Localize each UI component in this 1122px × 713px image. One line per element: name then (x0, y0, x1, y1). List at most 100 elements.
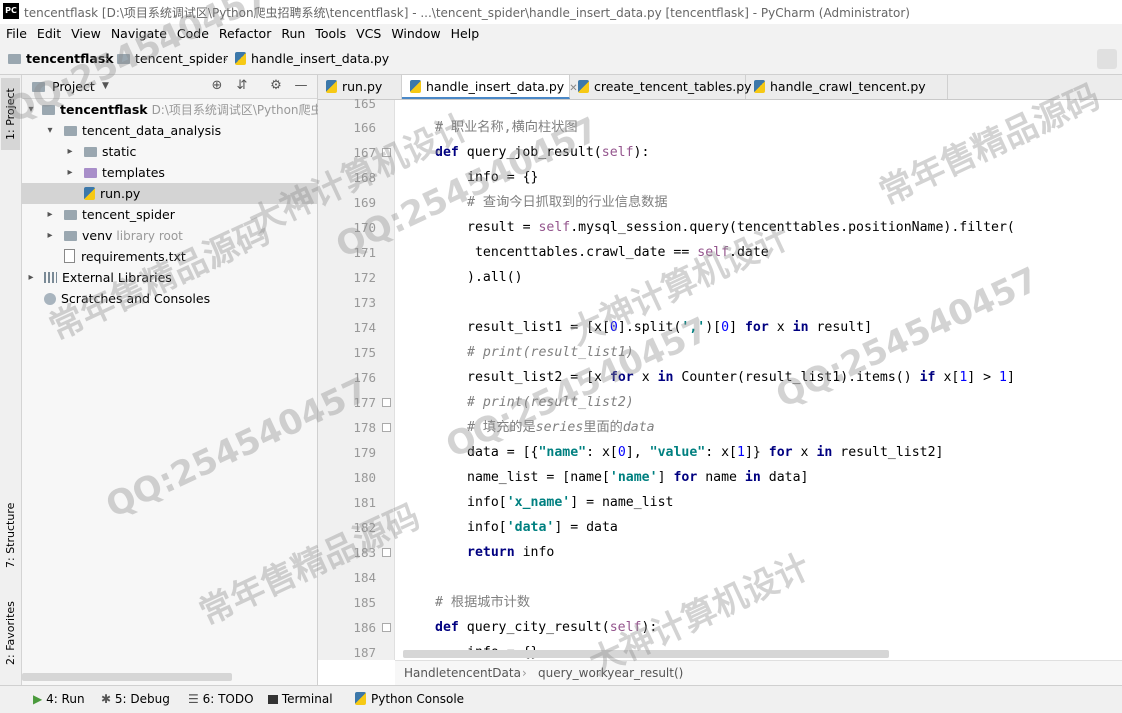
project-panel: Project ▼ ⊕ ⇵ ⚙ — ▾ tencentflask D:\项目系统… (22, 75, 335, 685)
menu-navigate[interactable]: Navigate (106, 24, 172, 44)
code-line: def query_city_result(self): (435, 620, 658, 635)
play-icon: ▶ (33, 692, 43, 706)
chevron-right-icon: ▸ (47, 209, 53, 220)
menu-edit[interactable]: Edit (32, 24, 66, 44)
python-console-tool-button[interactable]: Python Console (355, 692, 464, 706)
menu-window[interactable]: Window (386, 24, 445, 44)
nav-project[interactable]: tencentflask (8, 51, 114, 66)
terminal-tool-button[interactable]: Terminal (268, 692, 333, 706)
project-tool-tab[interactable]: 1: Project (1, 78, 20, 150)
tree-item-external-libraries[interactable]: ▸ External Libraries (22, 267, 317, 288)
code-line: info = {} (467, 170, 539, 185)
navigation-bar: tencentflask › tencent_spider › handle_i… (0, 44, 1122, 75)
tab-handle-crawl-tencent[interactable]: handle_crawl_tencent.py (746, 75, 948, 99)
tree-item-tencent-data-analysis[interactable]: ▾ tencent_data_analysis (22, 120, 317, 141)
code-line: name_list = [name['name'] for name in da… (467, 470, 809, 485)
code-line: # 职业名称,横向柱状图 (435, 120, 578, 135)
line-number-gutter: 165 166 167 168 169 170 171 172 173 174 … (318, 96, 395, 660)
project-view-selector[interactable]: Project (52, 79, 95, 94)
folder-icon (8, 54, 21, 64)
bottom-tool-bar: ▶ 4: Run ✱ 5: Debug ☰ 6: TODO Terminal P… (0, 685, 1122, 713)
menu-vcs[interactable]: VCS (351, 24, 386, 44)
run-tool-button[interactable]: ▶ 4: Run (33, 692, 85, 706)
menu-refactor[interactable]: Refactor (214, 24, 276, 44)
python-console-icon (355, 692, 366, 705)
code-line: # print(result_list2) (467, 395, 634, 410)
editor-tabs: run.py handle_insert_data.py ✕ create_ten… (318, 75, 1122, 100)
breadcrumb-separator: › (522, 666, 527, 680)
dropdown-arrow-icon[interactable]: ▼ (102, 81, 109, 91)
code-line: # 填充的是series里面的data (467, 420, 655, 435)
tree-item-tencent-spider[interactable]: ▸ tencent_spider (22, 204, 317, 225)
terminal-icon (268, 695, 278, 704)
debug-tool-button[interactable]: ✱ 5: Debug (101, 692, 170, 706)
menu-tools[interactable]: Tools (310, 24, 351, 44)
fold-marker-icon[interactable] (382, 148, 391, 157)
code-line: ).all() (467, 270, 523, 285)
nav-separator: › (104, 51, 109, 66)
tree-item-templates[interactable]: ▸ templates (22, 162, 317, 183)
code-line: result_list1 = [x[0].split(',')[0] for x… (467, 320, 873, 335)
nav-folder[interactable]: tencent_spider (117, 51, 228, 66)
todo-tool-button[interactable]: ☰ 6: TODO (188, 692, 254, 706)
tab-create-tencent-tables[interactable]: create_tencent_tables.py (570, 75, 752, 99)
locate-file-icon[interactable]: ⊕ (209, 78, 225, 94)
tree-item-scratches[interactable]: Scratches and Consoles (22, 288, 317, 309)
code-line: # 查询今日抓取到的行业信息数据 (467, 195, 668, 210)
tree-item-venv[interactable]: ▸ venv library root (22, 225, 317, 246)
tree-item-requirements[interactable]: requirements.txt (22, 246, 317, 267)
code-line: data = [{"name": x[0], "value": x[1]} fo… (467, 445, 944, 460)
editor-breadcrumb: HandletencentData › query_workyear_resul… (395, 660, 1122, 686)
breadcrumb-method[interactable]: query_workyear_result() (538, 666, 683, 680)
tab-handle-insert-data[interactable]: handle_insert_data.py ✕ (402, 75, 578, 99)
code-line: info['data'] = data (467, 520, 618, 535)
chevron-right-icon: ▸ (67, 146, 73, 157)
tree-item-run-py[interactable]: run.py (22, 183, 317, 204)
horizontal-scrollbar[interactable] (22, 673, 232, 681)
scratches-icon (44, 293, 56, 305)
code-line: tencenttables.crawl_date == self.date (467, 245, 769, 260)
collapse-all-icon[interactable]: ⇵ (234, 78, 250, 94)
code-line: result_list2 = [x for x in Counter(resul… (467, 370, 1015, 385)
left-tool-strip: 1: Project 7: Structure 2: Favorites (0, 75, 22, 685)
breadcrumb-class[interactable]: HandletencentData (404, 666, 521, 680)
structure-tool-tab[interactable]: 7: Structure (1, 495, 20, 575)
code-line: info['x_name'] = name_list (467, 495, 674, 510)
fold-marker-icon[interactable] (382, 423, 391, 432)
chevron-right-icon: ▸ (28, 272, 34, 283)
chevron-right-icon: ▸ (67, 167, 73, 178)
nav-separator: › (223, 51, 228, 66)
fold-marker-icon[interactable] (382, 548, 391, 557)
bug-icon: ✱ (101, 692, 112, 706)
project-panel-header: Project ▼ ⊕ ⇵ ⚙ — (22, 75, 317, 99)
menu-help[interactable]: Help (446, 24, 485, 44)
hide-panel-icon[interactable]: — (293, 78, 309, 94)
code-line: return info (467, 545, 555, 560)
editor-horizontal-scrollbar[interactable] (403, 650, 889, 658)
gear-icon[interactable]: ⚙ (268, 78, 284, 94)
window-title: tencentflask [D:\项目系统调试区\Python爬虫招聘系统\te… (24, 6, 910, 20)
menu-view[interactable]: View (66, 24, 106, 44)
pycharm-logo-icon: PC (3, 3, 19, 19)
project-icon (32, 82, 45, 92)
python-file-icon (235, 52, 246, 65)
chevron-right-icon: ▸ (47, 230, 53, 241)
chevron-down-icon: ▾ (47, 125, 53, 136)
library-icon (44, 272, 57, 283)
fold-marker-icon[interactable] (382, 398, 391, 407)
tree-item-static[interactable]: ▸ static (22, 141, 317, 162)
menu-run[interactable]: Run (276, 24, 310, 44)
fold-marker-icon[interactable] (382, 623, 391, 632)
nav-file[interactable]: handle_insert_data.py (235, 51, 389, 66)
code-editor[interactable]: # 职业名称,横向柱状图 def query_job_result(self):… (395, 100, 1122, 660)
menu-code[interactable]: Code (172, 24, 214, 44)
toolbar-button[interactable] (1097, 49, 1117, 69)
tree-item-tencentflask[interactable]: ▾ tencentflask D:\项目系统调试区\Python爬虫招 (22, 99, 334, 120)
menu-file[interactable]: File (0, 24, 32, 44)
menu-bar: File Edit View Navigate Code Refactor Run Tools… (0, 24, 1122, 44)
chevron-down-icon: ▾ (28, 104, 34, 115)
code-line: # 根据城市计数 (435, 595, 531, 610)
code-line: def query_job_result(self): (435, 145, 650, 160)
python-file-icon (84, 187, 95, 200)
favorites-tool-tab[interactable]: 2: Favorites (1, 593, 20, 673)
